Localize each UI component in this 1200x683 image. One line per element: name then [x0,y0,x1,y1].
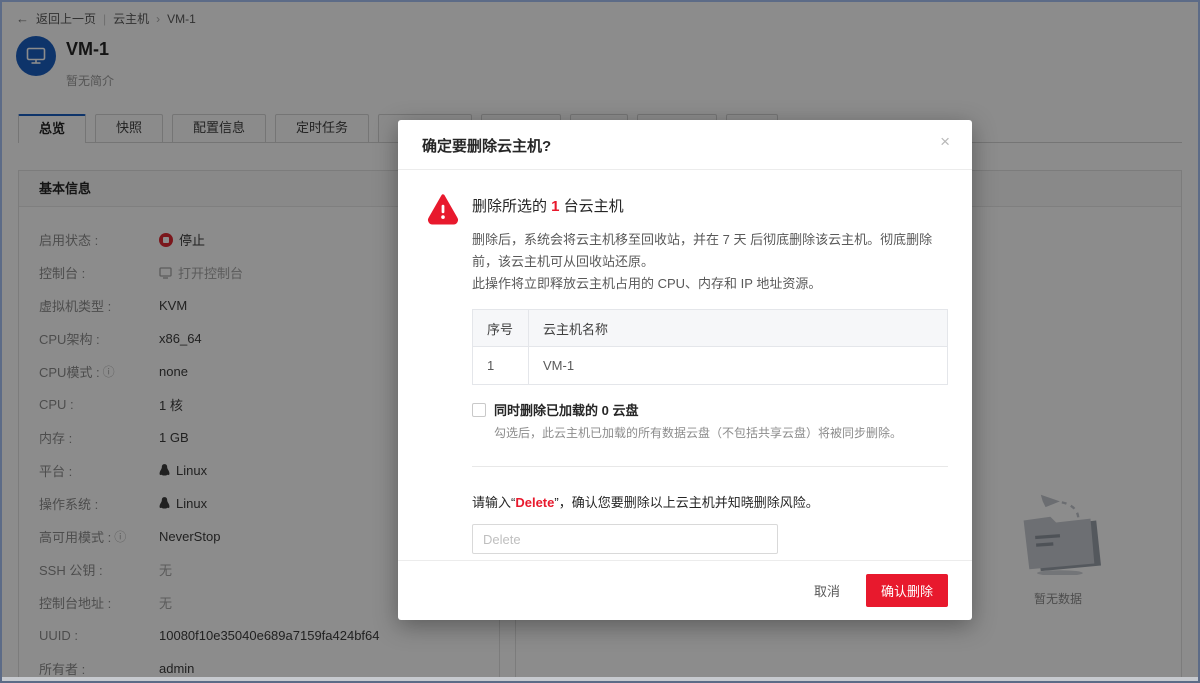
cancel-button[interactable]: 取消 [810,575,844,606]
table-header-name: 云主机名称 [529,310,948,347]
delete-disks-checkbox[interactable] [472,403,486,417]
row-index-cell: 1 [473,347,529,385]
delete-vm-modal: 确定要删除云主机? × 删除所选的 1 台云主机 删除后，系统会将云主机移至回收… [398,120,972,620]
delete-disks-label: 同时删除已加载的 0 云盘 [494,400,638,419]
delete-confirm-input[interactable] [472,524,778,554]
modal-title: 确定要删除云主机? [422,138,551,155]
vm-name-cell: VM-1 [529,347,948,385]
delete-disks-option: 同时删除已加载的 0 云盘 [472,400,948,419]
table-row: 1 VM-1 [473,347,948,385]
vm-detail-page: ← 返回上一页 | 云主机 › VM-1 VM-1 暂无简介 总览 快照 配置信… [0,0,1200,683]
delete-description-1: 删除后，系统会将云主机移至回收站，并在 7 天 后彻底删除该云主机。彻底删除前，… [472,229,948,273]
vm-count: 1 [551,198,559,215]
modal-footer: 取消 确认删除 [398,560,972,620]
modal-header: 确定要删除云主机? × [398,120,972,170]
confirm-delete-button[interactable]: 确认删除 [866,574,948,607]
confirm-instruction: 请输入“Delete”，确认您要删除以上云主机并知晓删除风险。 [472,492,948,511]
warning-icon [426,192,460,226]
delete-description-2: 此操作将立即释放云主机占用的 CPU、内存和 IP 地址资源。 [472,273,948,295]
window-bottom-edge [2,677,1198,681]
delete-summary: 删除所选的 1 台云主机 [472,192,948,222]
close-icon[interactable]: × [940,133,950,150]
delete-keyword: Delete [515,495,554,510]
vm-table: 序号 云主机名称 1 VM-1 [472,309,948,385]
delete-disks-hint: 勾选后，此云主机已加载的所有数据云盘（不包括共享云盘）将被同步删除。 [494,424,948,441]
table-header-index: 序号 [473,310,529,347]
modal-body: 删除所选的 1 台云主机 删除后，系统会将云主机移至回收站，并在 7 天 后彻底… [398,170,972,560]
divider [472,466,948,467]
